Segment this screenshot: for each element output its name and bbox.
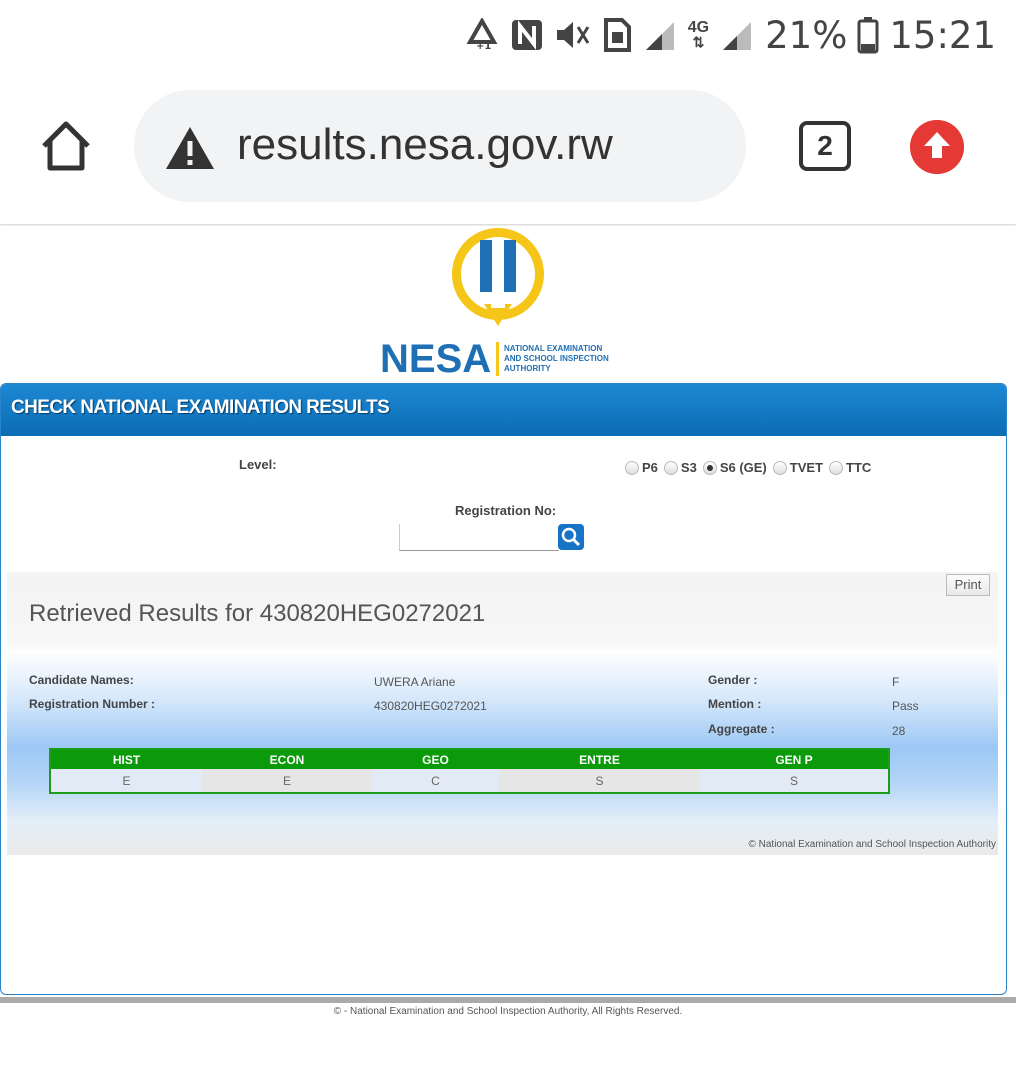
page-divider xyxy=(0,997,1016,1003)
mention-label: Mention : xyxy=(708,697,762,711)
candidate-names-value: UWERA Ariane xyxy=(374,675,456,689)
registration-number-label: Registration Number : xyxy=(29,697,156,711)
svg-text:+1: +1 xyxy=(476,41,491,52)
candidate-names-label: Candidate Names: xyxy=(29,673,134,687)
registration-input[interactable] xyxy=(399,524,559,551)
network-4g-icon: 4G ⇅ xyxy=(687,19,710,50)
subject-header: GEN P xyxy=(700,749,889,769)
page-footer: © - National Examination and School Insp… xyxy=(333,1006,683,1017)
tab-count: 2 xyxy=(817,130,833,161)
grade-cell: E xyxy=(202,769,372,793)
logo-line-1: NATIONAL EXAMINATION xyxy=(504,344,602,353)
grades-row: E E C S S xyxy=(50,769,889,793)
sim-icon xyxy=(603,18,631,52)
warning-icon[interactable] xyxy=(164,125,216,171)
results-panel: CHECK NATIONAL EXAMINATION RESULTS Level… xyxy=(0,383,1007,995)
results-section: Print Retrieved Results for 430820HEG027… xyxy=(7,572,998,855)
logo-brand: NESA xyxy=(380,337,491,378)
registration-label: Registration No: xyxy=(455,503,557,518)
logo-line-2: AND SCHOOL INSPECTION xyxy=(504,354,609,363)
address-bar[interactable]: results.nesa.gov.rw xyxy=(134,90,746,202)
grades-table: HIST ECON GEO ENTRE GEN P E E C S S xyxy=(49,748,890,794)
subject-header: ENTRE xyxy=(499,749,700,769)
level-label: Level: xyxy=(239,457,277,472)
subject-header: HIST xyxy=(50,749,202,769)
grade-cell: C xyxy=(372,769,499,793)
battery-percent: 21% xyxy=(765,13,848,57)
status-icons: +1 4G ⇅ 21% 15:21 xyxy=(464,10,996,60)
signal-icon xyxy=(645,22,674,50)
browser-toolbar: results.nesa.gov.rw 2 xyxy=(0,70,1016,225)
grade-cell: S xyxy=(700,769,889,793)
recycle-icon: +1 xyxy=(466,18,498,52)
radio-label-s3: S3 xyxy=(680,460,697,475)
nesa-logo: NESA NATIONAL EXAMINATION AND SCHOOL INS… xyxy=(380,228,609,378)
search-icon[interactable] xyxy=(558,524,584,550)
aggregate-value: 28 xyxy=(892,724,906,738)
logo-line-3: AUTHORITY xyxy=(504,364,551,373)
panel-title: CHECK NATIONAL EXAMINATION RESULTS xyxy=(1,384,1006,436)
level-radio-group: P6 S3 S6 (GE) TVET TTC xyxy=(625,460,877,475)
grade-cell: E xyxy=(50,769,202,793)
battery-icon xyxy=(857,17,879,54)
registration-number-value: 430820HEG0272021 xyxy=(374,699,487,713)
radio-tvet[interactable] xyxy=(772,460,787,475)
subject-header: GEO xyxy=(372,749,499,769)
print-button[interactable]: Print xyxy=(946,574,990,596)
subject-header: ECON xyxy=(202,749,372,769)
url-text[interactable]: results.nesa.gov.rw xyxy=(237,120,613,170)
results-copyright: © National Examination and School Inspec… xyxy=(748,839,996,850)
update-icon[interactable] xyxy=(910,120,964,174)
aggregate-label: Aggregate : xyxy=(708,722,775,736)
radio-label-tvet: TVET xyxy=(789,460,824,475)
tabs-icon[interactable]: 2 xyxy=(799,121,851,171)
radio-label-ttc: TTC xyxy=(846,460,872,475)
network-label: 4G xyxy=(687,19,710,36)
signal-icon xyxy=(723,22,752,50)
radio-p6[interactable] xyxy=(625,460,639,475)
radio-s3[interactable] xyxy=(663,460,678,475)
home-icon[interactable] xyxy=(38,118,94,174)
grade-cell: S xyxy=(499,769,700,793)
gender-value: F xyxy=(892,675,900,689)
clock: 15:21 xyxy=(889,13,996,57)
nfc-icon xyxy=(511,20,542,50)
grades-header-row: HIST ECON GEO ENTRE GEN P xyxy=(50,749,889,769)
results-title: Retrieved Results for 430820HEG0272021 xyxy=(29,600,486,627)
radio-label-p6: P6 xyxy=(642,460,658,475)
radio-ttc[interactable] xyxy=(829,460,844,475)
web-page: NESA NATIONAL EXAMINATION AND SCHOOL INS… xyxy=(0,226,1016,1080)
gender-label: Gender : xyxy=(708,673,758,687)
status-bar: +1 4G ⇅ 21% 15:21 xyxy=(0,0,1016,70)
radio-label-s6-ge: S6 (GE) xyxy=(719,460,767,475)
radio-s6-ge[interactable] xyxy=(702,460,717,475)
mute-icon xyxy=(556,22,590,48)
mention-value: Pass xyxy=(892,699,919,713)
